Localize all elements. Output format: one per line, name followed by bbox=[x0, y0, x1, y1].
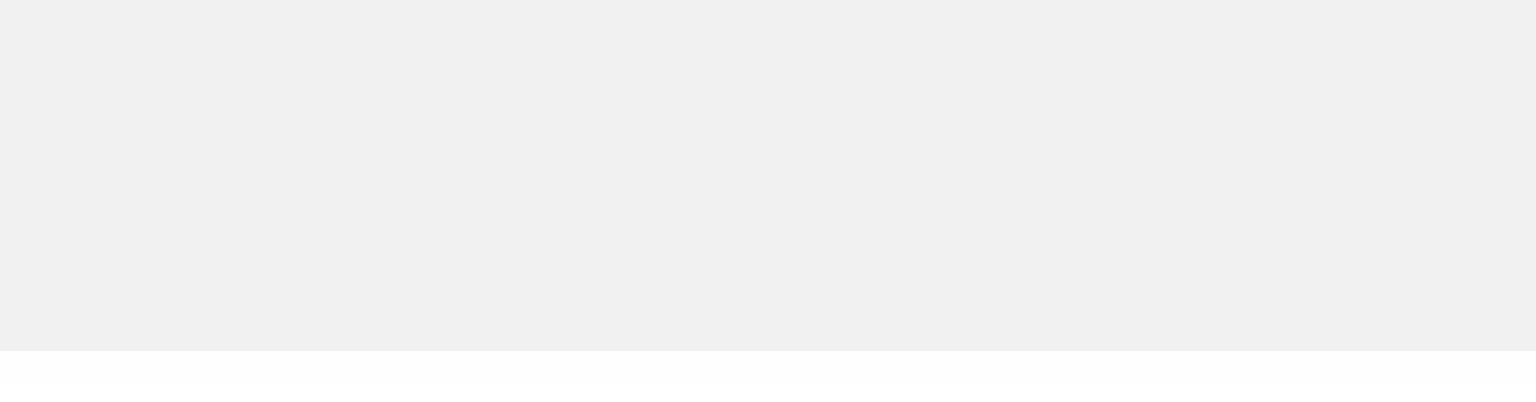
panel-top-region bbox=[0, 0, 1536, 126]
panel-bottom-region bbox=[0, 182, 1536, 351]
blank-page bbox=[0, 0, 1536, 402]
page-footer-area bbox=[0, 351, 1536, 402]
content-panel bbox=[0, 0, 1536, 351]
panel-middle-region bbox=[0, 126, 1536, 182]
